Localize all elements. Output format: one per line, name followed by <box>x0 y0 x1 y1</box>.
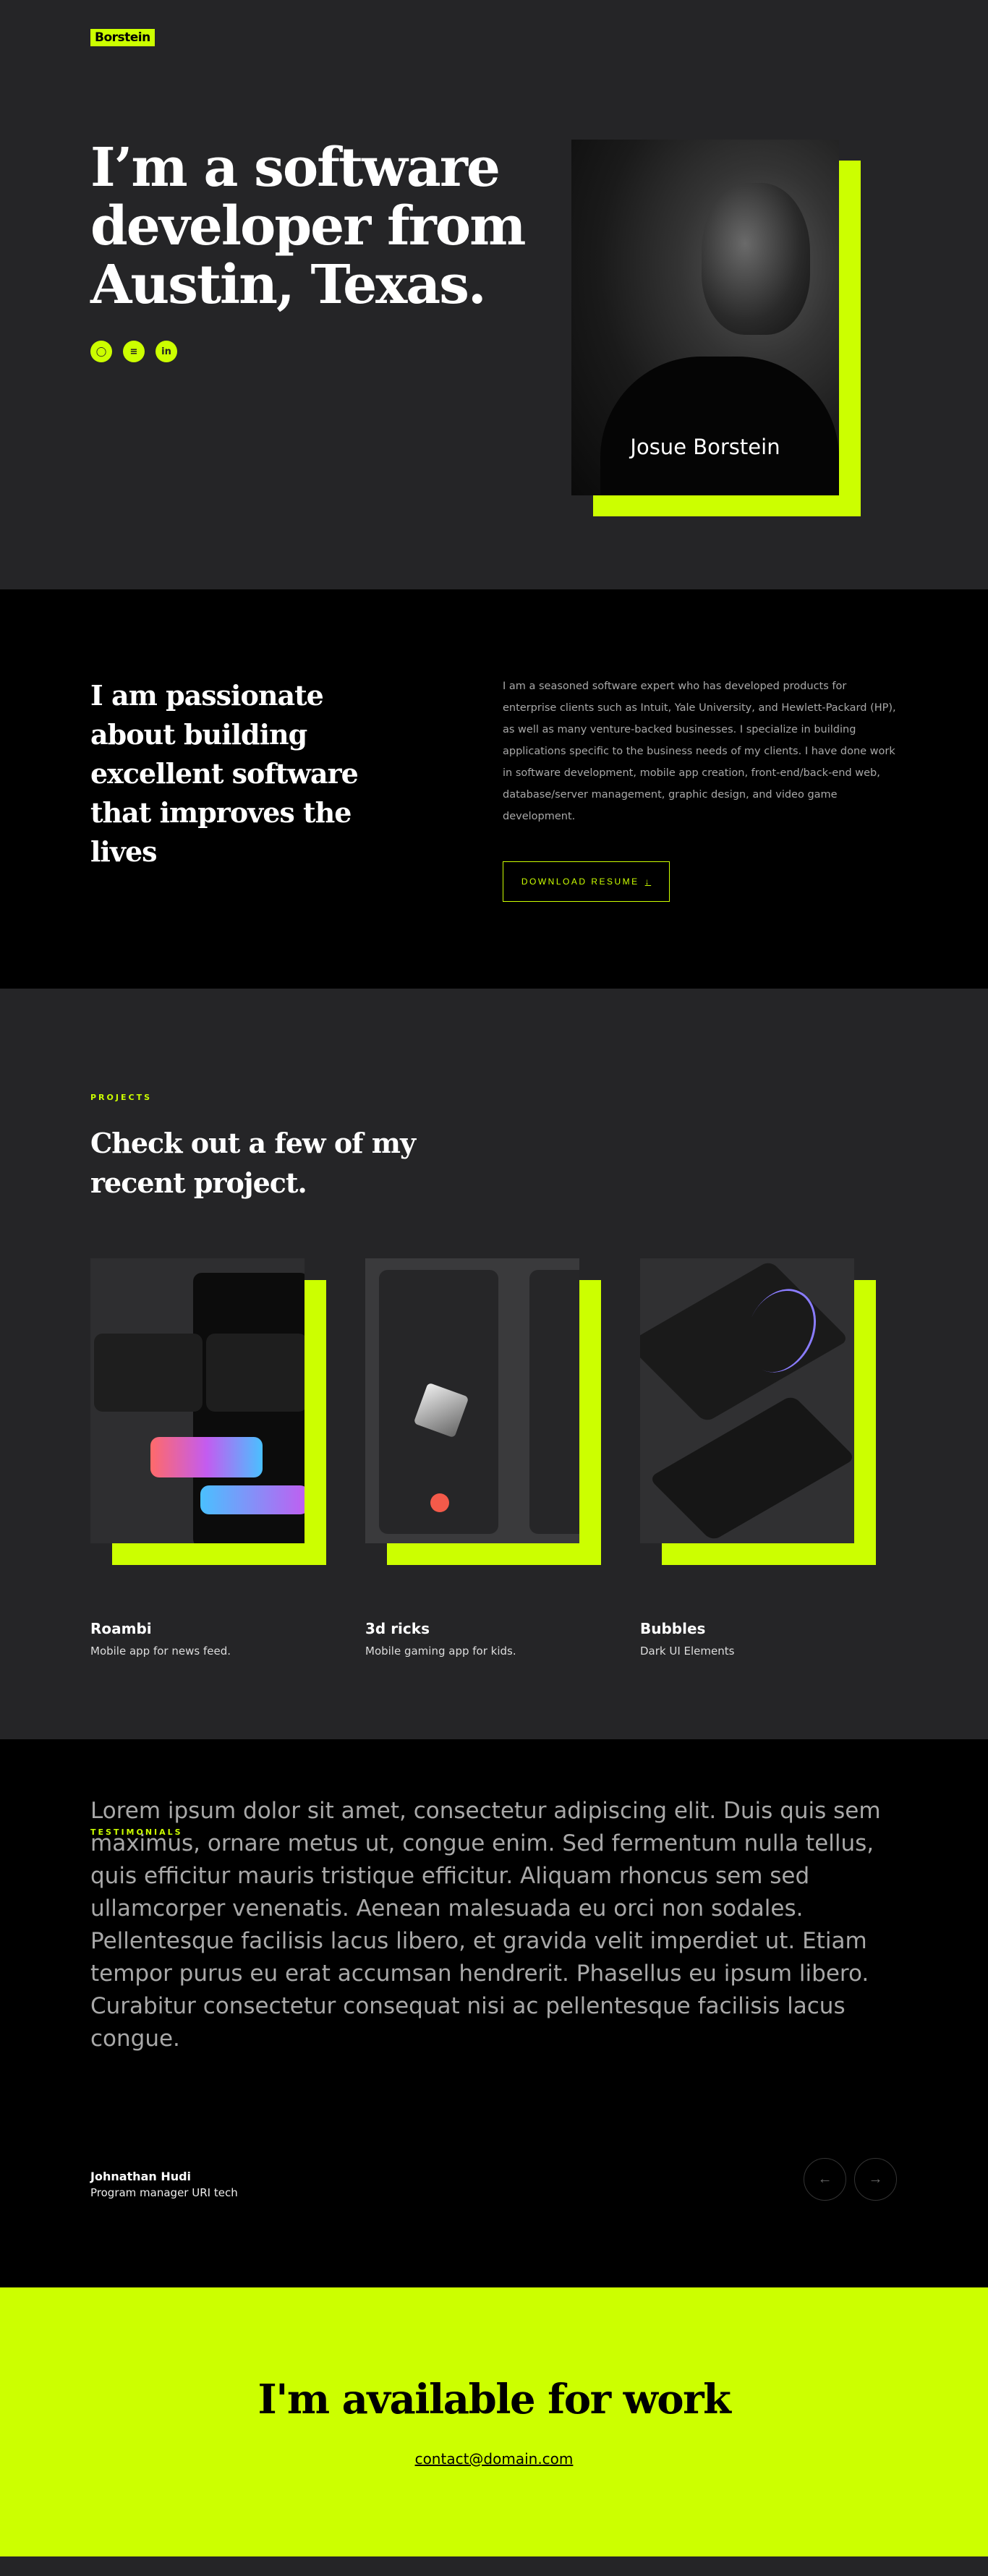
projects-section: PROJECTS Check out a few of my recent pr… <box>0 989 988 1739</box>
project-card-bubbles[interactable]: Bubbles Dark UI Elements <box>640 1258 876 1658</box>
photo-body <box>600 357 839 495</box>
project-image <box>640 1258 854 1543</box>
photo-head <box>702 183 810 335</box>
about-heading: I am passionate about building excellent… <box>90 679 359 868</box>
photo-name: Josue Borstein <box>630 435 780 459</box>
social-links: ◯ ≡ in <box>90 341 177 362</box>
prev-testimonial-button[interactable]: ← <box>804 2158 846 2201</box>
projects-label: PROJECTS <box>90 1093 152 1102</box>
logo[interactable]: Borstein <box>90 29 155 46</box>
project-title: Roambi <box>90 1620 152 1637</box>
hero-section: Borstein I’m a software developer from A… <box>0 0 988 589</box>
project-title: Bubbles <box>640 1620 706 1637</box>
testimonial-author: Johnathan Hudi <box>90 2170 192 2183</box>
next-testimonial-button[interactable]: → <box>854 2158 897 2201</box>
arrow-right-icon: → <box>868 2171 883 2187</box>
project-image <box>90 1258 305 1543</box>
download-icon: ↓ <box>644 877 652 887</box>
arrow-left-icon: ← <box>817 2171 832 2187</box>
project-subtitle: Mobile app for news feed. <box>90 1645 231 1658</box>
about-section: I am passionate about building excellent… <box>0 589 988 989</box>
project-subtitle: Dark UI Elements <box>640 1645 735 1658</box>
stackoverflow-icon[interactable]: ≡ <box>123 341 145 362</box>
projects-heading: Check out a few of my recent project. <box>90 1127 416 1199</box>
about-paragraph: I am a seasoned software expert who has … <box>503 681 896 822</box>
testimonials-section: TESTIMONIALS Lorem ipsum dolor sit amet,… <box>0 1739 988 2287</box>
contact-email-link[interactable]: contact@domain.com <box>415 2450 574 2468</box>
cta-section: I'm available for work contact@domain.co… <box>0 2287 988 2556</box>
github-icon[interactable]: ◯ <box>90 341 112 362</box>
profile-photo: Josue Borstein <box>571 140 839 495</box>
project-card-roambi[interactable]: Roambi Mobile app for news feed. <box>90 1258 326 1658</box>
project-image <box>365 1258 579 1543</box>
project-subtitle: Mobile gaming app for kids. <box>365 1645 516 1658</box>
testimonial-role: Program manager URI tech <box>90 2186 238 2199</box>
project-title: 3d ricks <box>365 1620 430 1637</box>
linkedin-icon[interactable]: in <box>156 341 177 362</box>
project-card-3d-ricks[interactable]: 3d ricks Mobile gaming app for kids. <box>365 1258 601 1658</box>
hero-headline: I’m a software developer from Austin, Te… <box>90 137 526 316</box>
download-resume-button[interactable]: DOWNLOAD RESUME ↓ <box>503 861 670 902</box>
testimonial-quote: Lorem ipsum dolor sit amet, consectetur … <box>90 1798 881 2052</box>
download-resume-label: DOWNLOAD RESUME <box>521 877 639 887</box>
cta-heading: I'm available for work <box>257 2376 731 2423</box>
